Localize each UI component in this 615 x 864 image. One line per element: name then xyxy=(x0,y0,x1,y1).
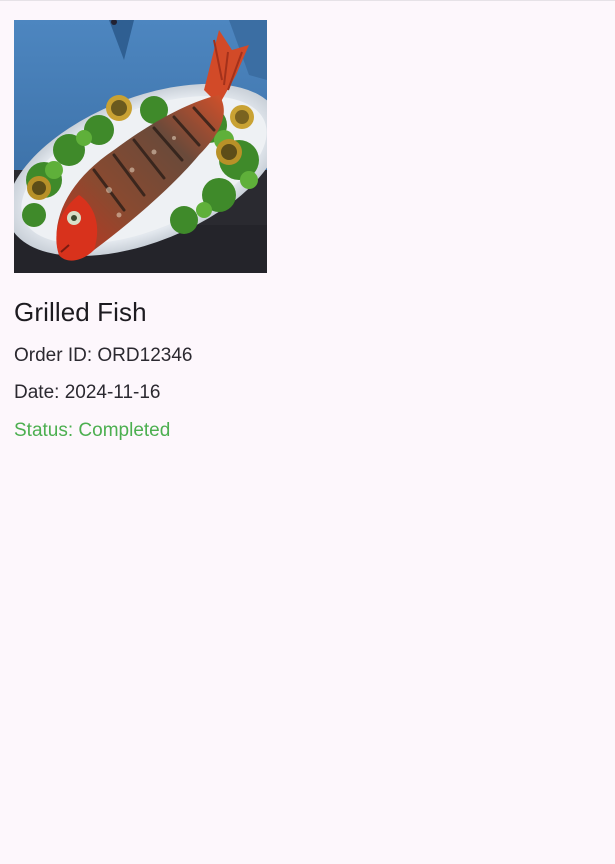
order-card[interactable]: Grilled Fish Order ID: ORD12346 Date: 20… xyxy=(14,20,414,443)
grilled-fish-image xyxy=(14,20,267,273)
order-date-text: Date: 2024-11-16 xyxy=(14,382,161,403)
dish-name: Grilled Fish xyxy=(14,297,147,327)
app-screen: Grilled Fish Order ID: ORD12346 Date: 20… xyxy=(0,0,615,864)
order-id-text: Order ID: ORD12346 xyxy=(14,345,193,366)
order-status-text: Status: Completed xyxy=(14,420,171,441)
dish-photo xyxy=(14,20,267,273)
